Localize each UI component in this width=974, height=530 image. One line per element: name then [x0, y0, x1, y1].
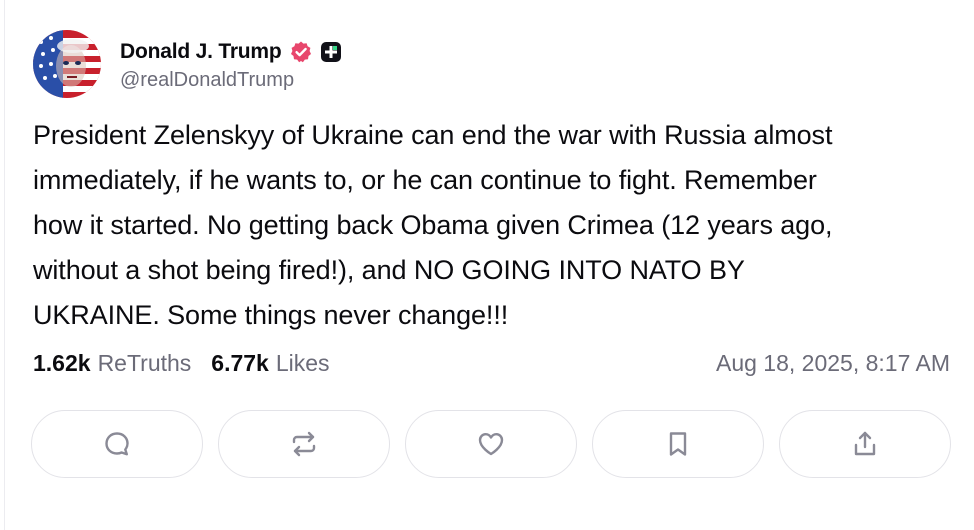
post-stats: 1.62k ReTruths 6.77k Likes	[33, 350, 330, 377]
author-display-name[interactable]: Donald J. Trump	[120, 40, 282, 64]
share-icon	[854, 431, 876, 456]
share-button[interactable]	[779, 410, 951, 478]
reply-button[interactable]	[31, 410, 203, 478]
avatar[interactable]	[33, 30, 101, 98]
author-info: Donald J. Trump @realDonaldTrump	[120, 37, 343, 92]
post-header: Donald J. Trump @realDonaldTrump	[33, 30, 343, 98]
retruths-label[interactable]: ReTruths	[98, 350, 192, 377]
reply-icon	[105, 432, 129, 456]
like-icon	[478, 433, 504, 456]
bookmark-button[interactable]	[592, 410, 764, 478]
retruths-count[interactable]: 1.62k	[33, 350, 91, 377]
likes-count[interactable]: 6.77k	[211, 350, 269, 377]
action-bar	[31, 410, 951, 478]
bookmark-icon	[669, 432, 687, 456]
like-button[interactable]	[405, 410, 577, 478]
truth-plus-icon	[319, 40, 343, 64]
likes-label[interactable]: Likes	[276, 350, 330, 377]
post-timestamp[interactable]: Aug 18, 2025, 8:17 AM	[716, 350, 950, 377]
post-text: President Zelenskyy of Ukraine can end t…	[33, 120, 833, 330]
avatar-image	[33, 30, 101, 98]
name-row: Donald J. Trump	[120, 37, 343, 67]
author-handle[interactable]: @realDonaldTrump	[120, 69, 343, 92]
retruth-icon	[292, 431, 316, 457]
post-card: Donald J. Trump @realDonaldTrump Preside…	[4, 0, 974, 530]
retruth-button[interactable]	[218, 410, 390, 478]
verified-badge-icon	[289, 40, 313, 64]
